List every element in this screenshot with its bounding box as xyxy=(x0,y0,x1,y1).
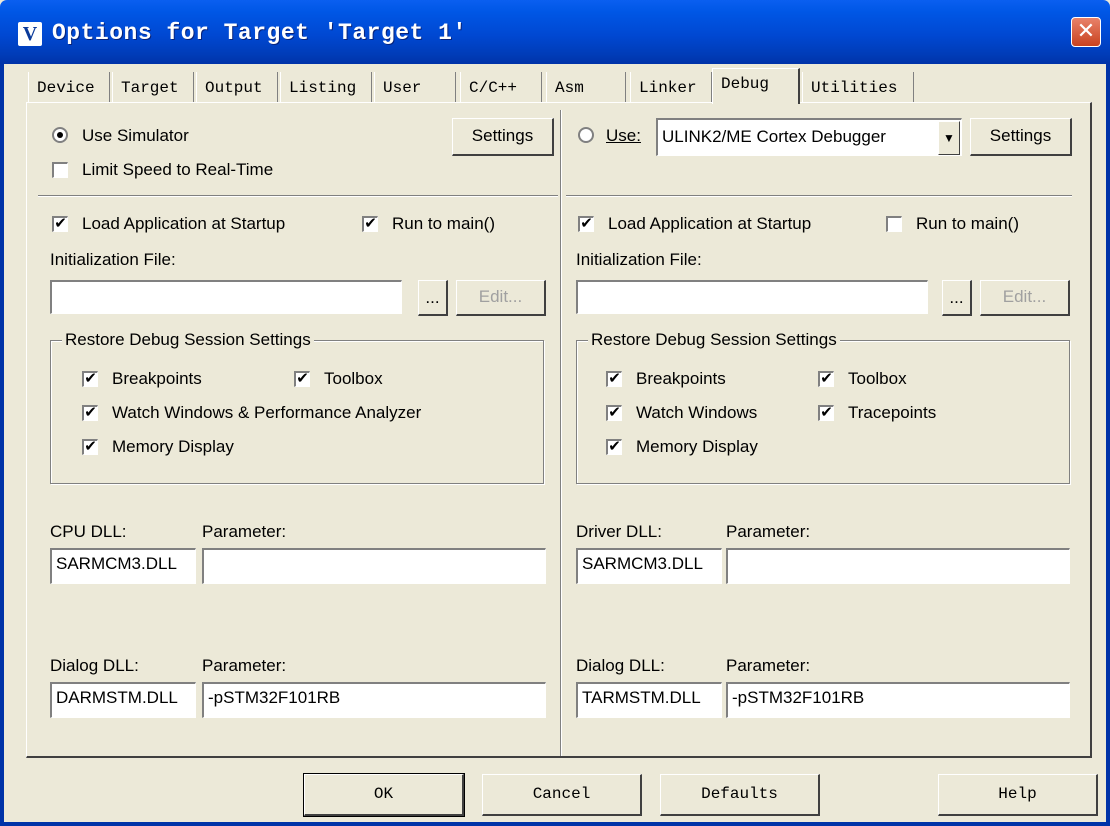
tab-listing[interactable]: Listing xyxy=(280,72,372,102)
right-toolbox-checkbox[interactable]: ✔ xyxy=(818,371,834,387)
left-dialog-dll-label: Dialog DLL: xyxy=(50,656,139,675)
tab-linker[interactable]: Linker xyxy=(630,72,712,102)
debugger-select[interactable]: ULINK2/ME Cortex Debugger ▼ xyxy=(656,118,962,156)
driver-param-input[interactable] xyxy=(726,548,1070,584)
right-browse-button[interactable]: ... xyxy=(942,280,972,316)
left-browse-button[interactable]: ... xyxy=(418,280,448,316)
right-edit-button[interactable]: Edit... xyxy=(980,280,1070,316)
driver-param-label: Parameter: xyxy=(726,522,811,541)
right-run-main-label: Run to main() xyxy=(916,214,1019,233)
right-dialog-dll-input[interactable]: TARMSTM.DLL xyxy=(576,682,722,718)
cpu-dll-input[interactable]: SARMCM3.DLL xyxy=(50,548,196,584)
simulator-settings-button[interactable]: Settings xyxy=(452,118,554,156)
app-icon: V xyxy=(18,22,42,46)
right-watch-checkbox[interactable]: ✔ xyxy=(606,405,622,421)
left-breakpoints-checkbox[interactable]: ✔ xyxy=(82,371,98,387)
tab-asm[interactable]: Asm xyxy=(546,72,626,102)
left-separator xyxy=(38,195,558,196)
driver-dll-input[interactable]: SARMCM3.DLL xyxy=(576,548,722,584)
tab-output[interactable]: Output xyxy=(196,72,278,102)
close-icon[interactable]: ✕ xyxy=(1071,17,1101,47)
cpu-param-input[interactable] xyxy=(202,548,546,584)
right-toolbox-label: Toolbox xyxy=(848,369,907,388)
left-dialog-dll-input[interactable]: DARMSTM.DLL xyxy=(50,682,196,718)
limit-speed-checkbox[interactable] xyxy=(52,162,68,178)
left-dialog-param-label: Parameter: xyxy=(202,656,287,675)
cpu-dll-label: CPU DLL: xyxy=(50,522,127,541)
help-button[interactable]: Help xyxy=(938,774,1098,816)
right-load-app-label: Load Application at Startup xyxy=(608,214,812,233)
right-separator xyxy=(566,195,1072,196)
right-memory-checkbox[interactable]: ✔ xyxy=(606,439,622,455)
use-simulator-label: Use Simulator xyxy=(82,126,189,145)
right-init-file-input[interactable] xyxy=(576,280,928,314)
left-memory-checkbox[interactable]: ✔ xyxy=(82,439,98,455)
left-watch-label: Watch Windows & Performance Analyzer xyxy=(112,403,422,422)
column-divider xyxy=(560,110,561,756)
use-debugger-text: Use: xyxy=(606,126,641,145)
use-simulator-radio[interactable] xyxy=(52,127,68,143)
use-debugger-radio[interactable] xyxy=(578,127,594,143)
right-dialog-param-label: Parameter: xyxy=(726,656,811,675)
left-watch-checkbox[interactable]: ✔ xyxy=(82,405,98,421)
left-toolbox-label: Toolbox xyxy=(324,369,383,388)
left-memory-label: Memory Display xyxy=(112,437,234,456)
tab-utilities[interactable]: Utilities xyxy=(802,72,914,102)
left-run-main-checkbox[interactable]: ✔ xyxy=(362,216,378,232)
cpu-param-label: Parameter: xyxy=(202,522,287,541)
right-dialog-dll-label: Dialog DLL: xyxy=(576,656,665,675)
tab-debug[interactable]: Debug xyxy=(712,68,800,104)
left-load-app-label: Load Application at Startup xyxy=(82,214,286,233)
right-init-file-label: Initialization File: xyxy=(576,250,702,269)
right-memory-label: Memory Display xyxy=(636,437,758,456)
right-watch-label: Watch Windows xyxy=(636,403,758,422)
right-load-app-checkbox[interactable]: ✔ xyxy=(578,216,594,232)
left-init-file-input[interactable] xyxy=(50,280,402,314)
left-toolbox-checkbox[interactable]: ✔ xyxy=(294,371,310,387)
left-run-main-label: Run to main() xyxy=(392,214,495,233)
left-dialog-param-input[interactable]: -pSTM32F101RB xyxy=(202,682,546,718)
right-tracepoints-checkbox[interactable]: ✔ xyxy=(818,405,834,421)
tab-target[interactable]: Target xyxy=(112,72,194,102)
window-title: Options for Target 'Target 1' xyxy=(52,20,467,46)
defaults-button[interactable]: Defaults xyxy=(660,774,820,816)
tab-device[interactable]: Device xyxy=(28,72,110,102)
left-init-file-label: Initialization File: xyxy=(50,250,176,269)
left-breakpoints-label: Breakpoints xyxy=(112,369,202,388)
driver-dll-label: Driver DLL: xyxy=(576,522,662,541)
cancel-button[interactable]: Cancel xyxy=(482,774,642,816)
tab-user[interactable]: User xyxy=(374,72,456,102)
debugger-select-value: ULINK2/ME Cortex Debugger xyxy=(662,127,886,146)
right-restore-group-title: Restore Debug Session Settings xyxy=(588,330,840,350)
right-dialog-param-input[interactable]: -pSTM32F101RB xyxy=(726,682,1070,718)
right-run-main-checkbox[interactable] xyxy=(886,216,902,232)
chevron-down-icon[interactable]: ▼ xyxy=(938,121,960,155)
right-breakpoints-checkbox[interactable]: ✔ xyxy=(606,371,622,387)
right-breakpoints-label: Breakpoints xyxy=(636,369,726,388)
left-load-app-checkbox[interactable]: ✔ xyxy=(52,216,68,232)
use-debugger-label: Use: xyxy=(606,126,641,146)
ok-button[interactable]: OK xyxy=(303,773,465,817)
debugger-settings-button[interactable]: Settings xyxy=(970,118,1072,156)
limit-speed-label: Limit Speed to Real-Time xyxy=(82,160,274,179)
tab-cpp[interactable]: C/C++ xyxy=(460,72,542,102)
left-edit-button[interactable]: Edit... xyxy=(456,280,546,316)
right-tracepoints-label: Tracepoints xyxy=(848,403,937,422)
left-restore-group-title: Restore Debug Session Settings xyxy=(62,330,314,350)
